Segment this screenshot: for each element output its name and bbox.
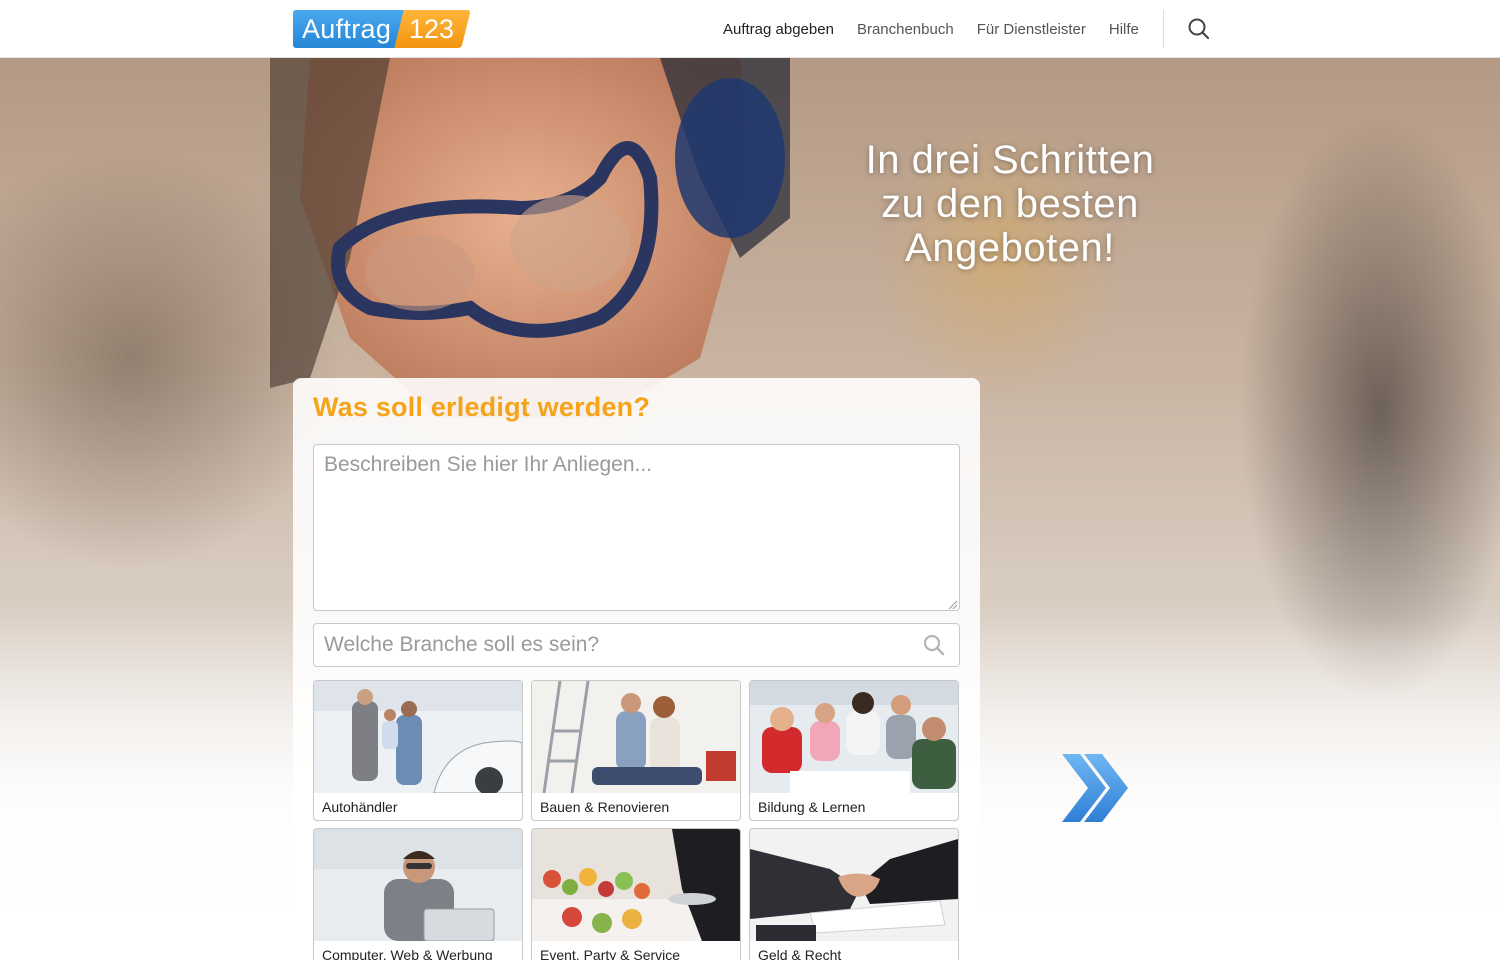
category-tile-bildung-lernen[interactable]: Bildung & Lernen bbox=[749, 680, 959, 821]
resize-grip-icon[interactable] bbox=[947, 599, 957, 609]
description-textarea[interactable] bbox=[313, 444, 960, 611]
headline-line-2: zu den besten bbox=[881, 182, 1139, 226]
form-title: Was soll erledigt werden? bbox=[313, 392, 651, 422]
category-label: Computer, Web & Werbung bbox=[322, 947, 493, 960]
category-tile-autohaendler[interactable]: Autohändler bbox=[313, 680, 523, 821]
site-logo[interactable]: Auftrag 123 bbox=[293, 10, 471, 48]
computer-web-werbung-image bbox=[314, 829, 522, 941]
branche-input[interactable] bbox=[314, 624, 904, 666]
geld-recht-image bbox=[750, 829, 958, 941]
logo-text-auftrag: Auftrag bbox=[293, 10, 406, 48]
main-nav: Auftrag abgeben Branchenbuch Für Dienstl… bbox=[723, 0, 1162, 58]
search-icon[interactable] bbox=[1186, 16, 1212, 42]
event-party-service-image bbox=[532, 829, 740, 941]
nav-divider bbox=[1163, 10, 1164, 48]
site-header: Auftrag 123 Auftrag abgeben Branchenbuch… bbox=[0, 0, 1500, 58]
category-tile-event-party-service[interactable]: Event, Party & Service bbox=[531, 828, 741, 960]
category-label: Autohändler bbox=[322, 799, 398, 815]
category-label: Bildung & Lernen bbox=[758, 799, 866, 815]
category-tile-geld-recht[interactable]: Geld & Recht bbox=[749, 828, 959, 960]
branche-field bbox=[313, 623, 960, 667]
hero-worker-image bbox=[270, 58, 790, 418]
category-tile-computer-web-werbung[interactable]: Computer, Web & Werbung bbox=[313, 828, 523, 960]
hero-headline: In drei Schritten zu den besten Angebote… bbox=[840, 138, 1180, 270]
nav-auftrag-abgeben[interactable]: Auftrag abgeben bbox=[723, 21, 834, 38]
nav-hilfe[interactable]: Hilfe bbox=[1109, 21, 1139, 38]
category-label: Bauen & Renovieren bbox=[540, 799, 670, 815]
search-icon[interactable] bbox=[922, 633, 946, 657]
nav-fuer-dienstleister[interactable]: Für Dienstleister bbox=[977, 21, 1086, 38]
headline-line-3: Angeboten! bbox=[905, 226, 1115, 270]
bildung-lernen-image bbox=[750, 681, 958, 793]
headline-line-1: In drei Schritten bbox=[865, 138, 1155, 182]
autohaendler-image bbox=[314, 681, 522, 793]
logo-number: 123 bbox=[409, 14, 455, 44]
category-tile-bauen-renovieren[interactable]: Bauen & Renovieren bbox=[531, 680, 741, 821]
order-form-panel: Was soll erledigt werden? Autohändler bbox=[293, 378, 980, 960]
bauen-renovieren-image bbox=[532, 681, 740, 793]
logo-text-123: 123 bbox=[394, 10, 471, 48]
category-label: Geld & Recht bbox=[758, 947, 842, 960]
nav-branchenbuch[interactable]: Branchenbuch bbox=[857, 21, 954, 38]
double-chevron-right-icon[interactable] bbox=[1058, 750, 1130, 826]
category-label: Event, Party & Service bbox=[540, 947, 681, 960]
